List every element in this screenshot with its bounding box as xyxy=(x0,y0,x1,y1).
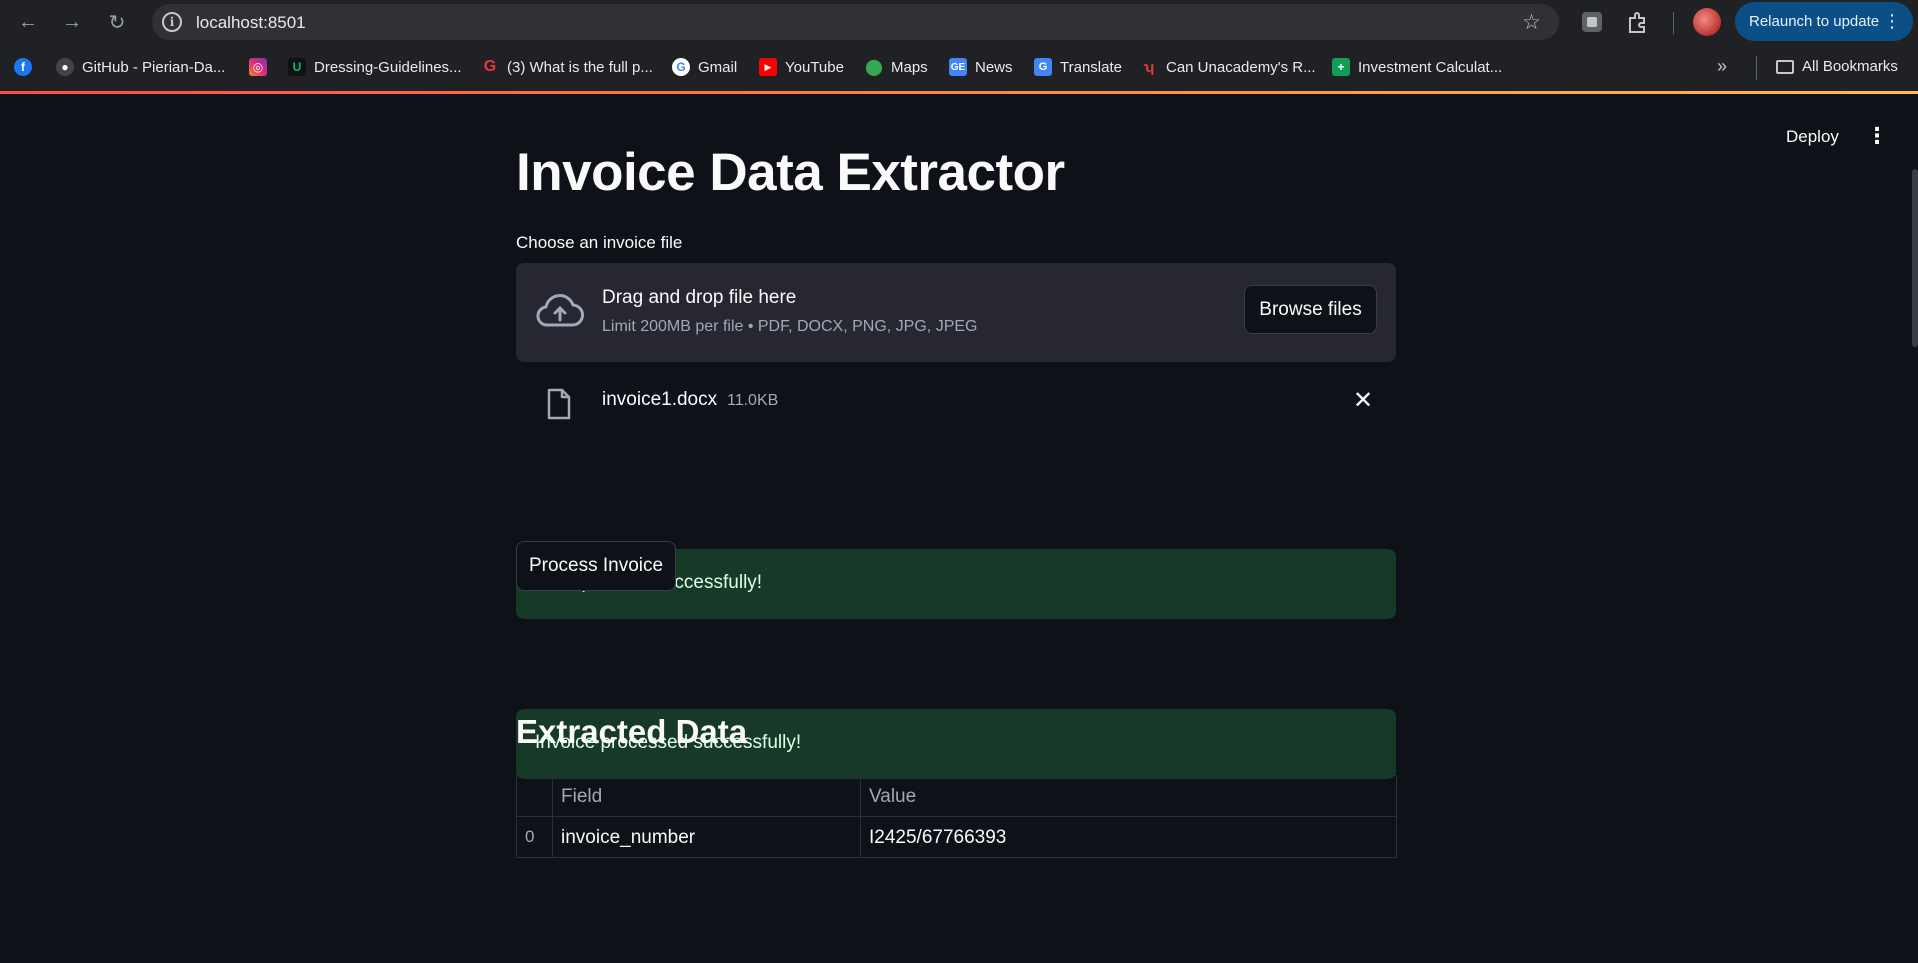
all-bookmarks-button[interactable]: All Bookmarks xyxy=(1776,58,1898,75)
toolbar-divider xyxy=(1673,12,1674,34)
bookmark-label: News xyxy=(975,58,1013,76)
page-title: Invoice Data Extractor xyxy=(516,143,1065,202)
deploy-button[interactable]: Deploy xyxy=(1786,127,1839,147)
bookmark-label: (3) What is the full p... xyxy=(507,58,653,76)
extension-puzzle-app-icon[interactable] xyxy=(1580,10,1604,34)
reload-icon[interactable]: ↻ xyxy=(103,8,131,36)
bookmark-label: Maps xyxy=(891,58,928,76)
bookmark-label: YouTube xyxy=(785,58,844,76)
chrome-menu-icon[interactable]: ⋮ xyxy=(1883,11,1901,32)
bookmark-label: Dressing-Guidelines... xyxy=(314,58,462,76)
facebook-icon: f xyxy=(14,58,32,76)
folder-icon xyxy=(1776,59,1794,74)
bookmark-translate[interactable]: G Translate xyxy=(1034,58,1122,76)
uploaded-file-item: invoice1.docx 11.0KB ✕ xyxy=(516,380,1396,440)
bookmark-instagram[interactable]: ◎ xyxy=(249,58,275,76)
bookmark-quora[interactable]: G (3) What is the full p... xyxy=(481,58,653,76)
cloud-upload-icon xyxy=(536,294,584,327)
relaunch-button[interactable]: Relaunch to update ⋮ xyxy=(1735,2,1913,41)
uploader-label: Choose an invoice file xyxy=(516,233,683,252)
site-info-icon[interactable]: i xyxy=(162,12,182,32)
maps-icon: ⬤ xyxy=(865,59,883,76)
all-bookmarks-label: All Bookmarks xyxy=(1802,58,1898,75)
uploaded-file-size: 11.0KB xyxy=(727,392,779,409)
unacademy-icon: U xyxy=(288,58,306,76)
address-bar[interactable]: i localhost:8501 ☆ xyxy=(152,4,1559,40)
uploaded-file-name: invoice1.docx xyxy=(602,389,718,410)
dropzone-limit-text: Limit 200MB per file • PDF, DOCX, PNG, J… xyxy=(602,318,978,335)
browse-files-button[interactable]: Browse files xyxy=(1244,285,1377,334)
table-header-row: Field Value xyxy=(517,776,1396,817)
table-row[interactable]: 0 invoice_number I2425/67766393 xyxy=(517,817,1396,858)
bookmark-unacademy-r[interactable]: ʮ Can Unacademy's R... xyxy=(1140,58,1316,76)
dropzone-instruction: Drag and drop file here xyxy=(602,287,797,308)
row-index-cell: 0 xyxy=(517,817,553,857)
bookmark-gmail[interactable]: G Gmail xyxy=(672,58,737,76)
url-text[interactable]: localhost:8501 xyxy=(196,13,306,33)
value-column-header[interactable]: Value xyxy=(861,776,1396,816)
translate-icon: G xyxy=(1034,58,1052,76)
instagram-icon: ◎ xyxy=(249,58,267,76)
value-cell[interactable]: I2425/67766393 xyxy=(861,817,1396,857)
bookmark-investment-calculator[interactable]: + Investment Calculat... xyxy=(1332,58,1502,76)
news-icon: GE xyxy=(949,58,967,76)
unacademy-red-icon: ʮ xyxy=(1143,58,1155,76)
bookmark-github[interactable]: ● GitHub - Pierian-Da... xyxy=(56,58,225,76)
bookmark-maps[interactable]: ⬤ Maps xyxy=(865,58,928,77)
profile-avatar[interactable] xyxy=(1693,8,1721,36)
file-document-icon xyxy=(547,388,571,420)
extensions-icon[interactable] xyxy=(1626,10,1650,34)
index-column-header xyxy=(517,776,553,816)
extracted-data-heading: Extracted Data xyxy=(516,713,748,750)
forward-arrow-icon[interactable]: → xyxy=(58,8,86,36)
google-icon: G xyxy=(672,58,690,76)
remove-file-close-icon[interactable]: ✕ xyxy=(1353,386,1373,415)
bookmark-facebook[interactable]: f xyxy=(14,58,40,76)
back-arrow-icon[interactable]: ← xyxy=(14,8,42,36)
sheets-icon: + xyxy=(1332,58,1350,76)
main-menu-icon[interactable]: ⋮ xyxy=(1866,123,1888,149)
page-scrollbar[interactable] xyxy=(1912,169,1918,347)
field-column-header[interactable]: Field xyxy=(553,776,861,816)
bookmarks-divider xyxy=(1756,56,1757,80)
bookmark-label: Investment Calculat... xyxy=(1358,58,1503,76)
more-bookmarks-chevron-icon[interactable]: » xyxy=(1717,56,1727,77)
bookmarks-bar: f ● GitHub - Pierian-Da... ◎ U Dressing-Gu… xyxy=(0,44,1918,94)
file-dropzone[interactable]: Drag and drop file here Limit 200MB per … xyxy=(516,263,1396,362)
bookmark-youtube[interactable]: ▶ YouTube xyxy=(759,58,844,76)
bookmark-news[interactable]: GE News xyxy=(949,58,1013,76)
extracted-data-table[interactable]: Field Value 0 invoice_number I2425/67766… xyxy=(516,775,1397,858)
browser-toolbar: ← → ↻ i localhost:8501 ☆ Relaunch to upd… xyxy=(0,0,1918,44)
process-invoice-button[interactable]: Process Invoice xyxy=(516,541,676,591)
bookmark-star-icon[interactable]: ☆ xyxy=(1522,10,1541,35)
field-cell[interactable]: invoice_number xyxy=(553,817,861,857)
github-icon: ● xyxy=(56,58,74,76)
bookmark-label: Gmail xyxy=(698,58,738,76)
bookmark-dressing-guidelines[interactable]: U Dressing-Guidelines... xyxy=(288,58,462,76)
quora-icon: G xyxy=(483,58,497,75)
bookmark-label: GitHub - Pierian-Da... xyxy=(82,58,226,76)
relaunch-label: Relaunch to update xyxy=(1749,13,1880,30)
bookmark-label: Translate xyxy=(1060,58,1122,76)
bookmark-label: Can Unacademy's R... xyxy=(1166,58,1316,76)
youtube-icon: ▶ xyxy=(759,58,777,76)
